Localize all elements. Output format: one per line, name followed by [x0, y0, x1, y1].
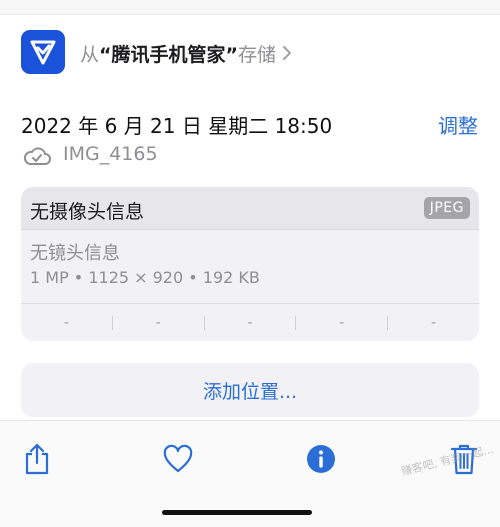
exif-shutter-speed: -: [387, 315, 479, 331]
app-shield-icon[interactable]: [21, 30, 65, 74]
format-badge: JPEG: [423, 197, 470, 219]
adjust-button[interactable]: 调整: [438, 110, 478, 139]
info-icon[interactable]: [303, 441, 339, 477]
metadata-card: 无摄像头信息 JPEG 无镜头信息 1 MP • 1125 × 920 • 19…: [21, 187, 479, 341]
share-icon[interactable]: [19, 441, 55, 477]
add-location-button[interactable]: 添加位置...: [21, 363, 479, 417]
source-link[interactable]: 从 “腾讯手机管家” 存储: [80, 38, 292, 68]
file-name: IMG_4165: [63, 143, 158, 165]
lens-info: 无镜头信息: [30, 243, 120, 264]
home-indicator: [162, 510, 312, 515]
exif-focal-length: -: [111, 315, 204, 331]
source-prefix: 从: [80, 43, 100, 66]
exif-row: - - - - -: [21, 303, 479, 341]
camera-info: 无摄像头信息: [30, 201, 145, 223]
source-app-name: “腾讯手机管家”: [99, 43, 238, 66]
top-strip: [0, 0, 500, 15]
exif-exposure-bias: -: [203, 315, 296, 331]
photo-datetime: 2022 年 6 月 21 日 星期二 18:50: [21, 114, 333, 138]
image-specs: 1 MP • 1125 × 920 • 192 KB: [30, 268, 260, 287]
cloud-icon: [23, 147, 51, 165]
metadata-header: 无摄像头信息 JPEG: [21, 187, 479, 230]
chevron-right-icon: [282, 45, 292, 61]
exif-iso: -: [63, 315, 69, 331]
source-suffix: 存储: [238, 43, 277, 66]
heart-icon[interactable]: [160, 441, 196, 477]
exif-aperture: -: [295, 315, 387, 331]
